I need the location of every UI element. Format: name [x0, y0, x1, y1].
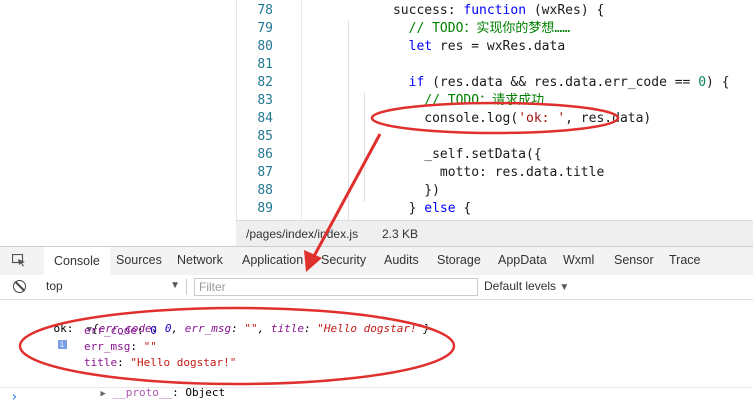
code-text: // TODO：实现你的梦想…… — [408, 21, 571, 36]
dropdown-arrow-icon: ▼ — [170, 280, 180, 291]
code-line: 81 — [237, 56, 753, 74]
property-key: title — [84, 356, 118, 369]
summary-key: title — [270, 322, 305, 335]
code-line: 78 success: function (wxRes) { — [237, 2, 753, 20]
context-selector[interactable]: top ▼ — [40, 277, 184, 295]
tab-network[interactable]: Network — [177, 253, 223, 267]
divider — [0, 387, 753, 388]
summary-value: "Hello dogstar!" — [317, 322, 424, 335]
code-text: motto: res.data.title — [346, 165, 605, 180]
line-number: 84 — [257, 111, 273, 126]
line-number: 89 — [257, 201, 273, 216]
tab-sources[interactable]: Sources — [116, 253, 162, 267]
line-number: 87 — [257, 165, 273, 180]
console-filter-bar: top ▼ Filter Default levels ▼ — [0, 275, 753, 300]
code-line: 85 — [237, 128, 753, 146]
property-key: err_msg — [84, 340, 131, 353]
line-number: 79 — [257, 21, 273, 36]
tab-appdata[interactable]: AppData — [498, 253, 547, 267]
code-line: 84 console.log('ok: ', res.data) — [237, 110, 753, 128]
code-text: console.log('ok: ', res.data) — [346, 111, 652, 126]
inspect-element-icon[interactable] — [12, 254, 26, 267]
line-number: 82 — [257, 75, 273, 90]
collapse-arrow-icon[interactable]: ▶ — [101, 389, 106, 399]
code-line: 86 _self.setData({ — [237, 146, 753, 164]
code-line: 83 // TODO：请求成功 — [237, 92, 753, 110]
code-text: // TODO：请求成功 — [424, 93, 545, 108]
code-line: 82 if (res.data && res.data.err_code == … — [237, 74, 753, 92]
code-text: if (res.data && res.data.err_code == 0) … — [408, 75, 730, 90]
object-property: err_msg: "" — [84, 340, 157, 353]
tab-console[interactable]: Console — [44, 247, 110, 277]
file-path: /pages/index/index.js — [246, 227, 359, 241]
summary-close: } — [423, 322, 430, 335]
code-line: 87 motto: res.data.title — [237, 164, 753, 182]
filter-input[interactable]: Filter — [194, 278, 478, 296]
devtools-tab-bar: Console Sources Network Application Security… — [0, 246, 753, 277]
line-number: 86 — [257, 147, 273, 162]
property-value: "Hello dogstar!" — [130, 356, 237, 369]
property-key: err_code — [84, 324, 137, 337]
code-line: 88 }) — [237, 182, 753, 200]
code-line: 89 } else { — [237, 200, 753, 218]
code-area[interactable]: 78 success: function (wxRes) {79 // TODO… — [0, 0, 753, 220]
clear-console-icon[interactable] — [13, 280, 26, 293]
line-number: 83 — [257, 93, 273, 108]
tab-trace[interactable]: Trace — [669, 253, 701, 267]
log-prefix: ok: — [53, 322, 74, 335]
code-line: 80 let res = wxRes.data — [237, 38, 753, 56]
editor-status-bar: /pages/index/index.js 2.3 KB — [236, 220, 753, 246]
code-text: let res = wxRes.data — [408, 39, 566, 54]
line-number: 80 — [257, 39, 273, 54]
tab-wxml[interactable]: Wxml — [563, 253, 594, 267]
summary-value: "" — [244, 322, 258, 335]
code-text: }) — [346, 183, 440, 198]
code-text: _self.setData({ — [346, 147, 542, 162]
code-editor: 78 success: function (wxRes) {79 // TODO… — [0, 0, 753, 220]
code-text: success: function (wxRes) { — [346, 3, 605, 18]
tab-security[interactable]: Security — [321, 253, 366, 267]
tab-sensor[interactable]: Sensor — [614, 253, 654, 267]
info-icon: i — [57, 339, 67, 349]
tab-application[interactable]: Application — [242, 253, 303, 267]
line-number: 78 — [257, 3, 273, 18]
dropdown-arrow-icon: ▼ — [559, 282, 570, 293]
object-property: title: "Hello dogstar!" — [84, 356, 237, 369]
summary-key: err_msg — [184, 322, 232, 335]
divider — [186, 279, 187, 295]
file-size: 2.3 KB — [382, 227, 419, 241]
tab-storage[interactable]: Storage — [437, 253, 481, 267]
code-line: 79 // TODO：实现你的梦想…… — [237, 20, 753, 38]
summary-value: 0 — [164, 322, 172, 335]
property-value: 0 — [150, 324, 157, 337]
console-prompt[interactable]: › — [10, 389, 18, 405]
line-number: 85 — [257, 129, 273, 144]
context-value: top — [46, 279, 63, 293]
code-text: } else { — [346, 201, 472, 216]
property-value: "" — [143, 340, 157, 353]
log-levels-dropdown[interactable]: Default levels ▼ — [484, 279, 569, 293]
console-output: ok: ▼{err_code: 0, err_msg: "", title: "… — [0, 300, 753, 409]
line-number: 88 — [257, 183, 273, 198]
line-number: 81 — [257, 57, 273, 72]
log-levels-label: Default levels — [484, 279, 557, 293]
object-property: err_code: 0 — [84, 324, 157, 337]
tab-audits[interactable]: Audits — [384, 253, 419, 267]
